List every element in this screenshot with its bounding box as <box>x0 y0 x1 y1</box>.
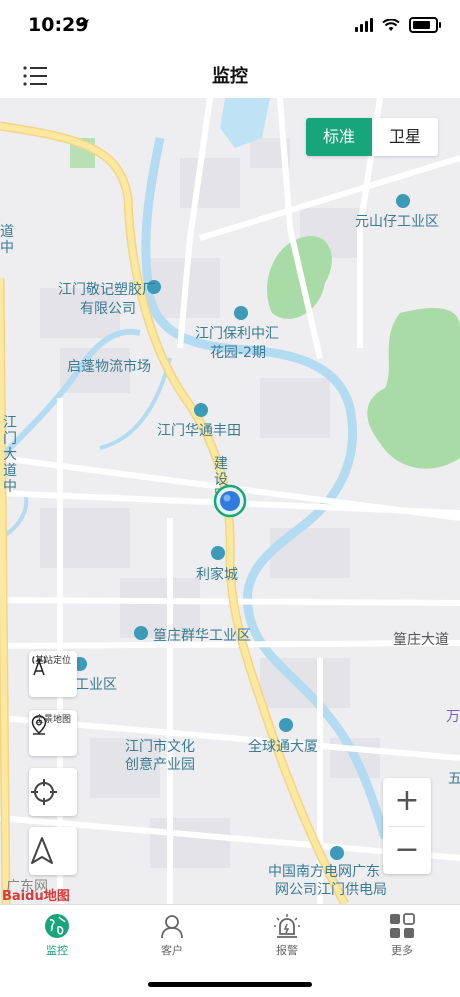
home-indicator <box>148 982 312 987</box>
globe-icon <box>45 914 69 938</box>
page-title: 监控 <box>212 66 248 87</box>
status-bar: 10:29 <box>0 0 460 54</box>
zoom-in-button[interactable]: + <box>383 778 431 826</box>
map-label: 江门市文化 <box>125 739 195 755</box>
park-area <box>367 308 460 469</box>
tab-more-label: 更多 <box>391 944 413 957</box>
navigation-arrow-icon <box>31 837 53 864</box>
map-label: 万 <box>446 709 460 725</box>
map-label: 元山仔工业区 <box>355 214 439 230</box>
zoom-out-button[interactable]: − <box>383 827 431 875</box>
tab-alarm[interactable]: 报警 <box>257 913 317 958</box>
road-label: 道中 <box>0 224 14 256</box>
base-station-locate-button[interactable]: 基站定位 <box>29 651 77 697</box>
baidu-logo: Baidu地图 <box>2 889 70 904</box>
panorama-map-button[interactable]: 全景地图 <box>29 710 77 756</box>
status-icons <box>355 17 441 33</box>
tab-monitor-label: 监控 <box>46 944 68 957</box>
building-icon <box>330 846 344 860</box>
map-type-standard-button[interactable]: 标准 <box>306 118 372 156</box>
map-label: 利家城 <box>196 567 238 583</box>
zoom-controls: + − <box>383 778 431 874</box>
map-label: 网公司江门供电局 <box>275 882 387 898</box>
cellular-signal-icon <box>355 18 373 32</box>
nav-bar: 监控 <box>0 54 460 98</box>
map-label: 启蓬物流市场 <box>67 359 151 375</box>
map-label: 中国南方电网广东 <box>268 864 380 880</box>
cell-tower-icon <box>32 656 46 676</box>
tab-monitor[interactable]: 监控 <box>27 913 87 958</box>
map-label: 创意产业园 <box>125 757 195 773</box>
map-label: 篁庄群华工业区 <box>153 628 251 644</box>
map-label: 江门保利中汇 <box>195 326 279 342</box>
map-label: 江门华通丰田 <box>157 423 241 439</box>
wifi-icon <box>382 18 400 31</box>
map-label: 江门敬记塑胶厂 <box>58 282 156 298</box>
crosshair-icon <box>31 779 57 805</box>
map-label: 五 <box>448 771 460 787</box>
tab-more[interactable]: 更多 <box>372 913 432 958</box>
locate-me-button[interactable] <box>29 768 77 816</box>
map-label: 工业区 <box>75 677 117 693</box>
road-label: 江门大道中 <box>3 415 17 495</box>
navigate-button[interactable] <box>29 827 77 875</box>
vehicle-marker-icon[interactable] <box>213 484 247 518</box>
map-view[interactable]: 元山仔工业区 江门敬记塑胶厂 有限公司 江门保利中汇 花园-2期 启蓬物流市场 … <box>0 98 460 904</box>
tab-customer-label: 客户 <box>161 944 183 957</box>
map-pin-icon <box>31 715 47 735</box>
map-type-toggle: 标准 卫星 <box>306 118 438 156</box>
battery-icon <box>409 17 441 33</box>
location-arrow-icon <box>79 19 89 29</box>
tab-customer[interactable]: 客户 <box>142 913 202 958</box>
car-service-icon <box>194 403 208 417</box>
building-icon <box>134 626 148 640</box>
building-icon <box>396 194 410 208</box>
building-icon <box>234 306 248 320</box>
map-type-satellite-button[interactable]: 卫星 <box>372 118 438 156</box>
map-label: 花园-2期 <box>210 345 266 361</box>
tab-alarm-label: 报警 <box>276 944 298 957</box>
grid-icon <box>390 913 415 938</box>
map-label: 全球通大厦 <box>248 739 318 755</box>
user-icon <box>161 915 183 939</box>
map-label: 篁庄大道 <box>393 632 449 648</box>
map-label: 有限公司 <box>80 301 136 317</box>
building-icon <box>279 718 293 732</box>
alarm-light-icon <box>274 914 300 938</box>
building-icon <box>211 546 225 560</box>
